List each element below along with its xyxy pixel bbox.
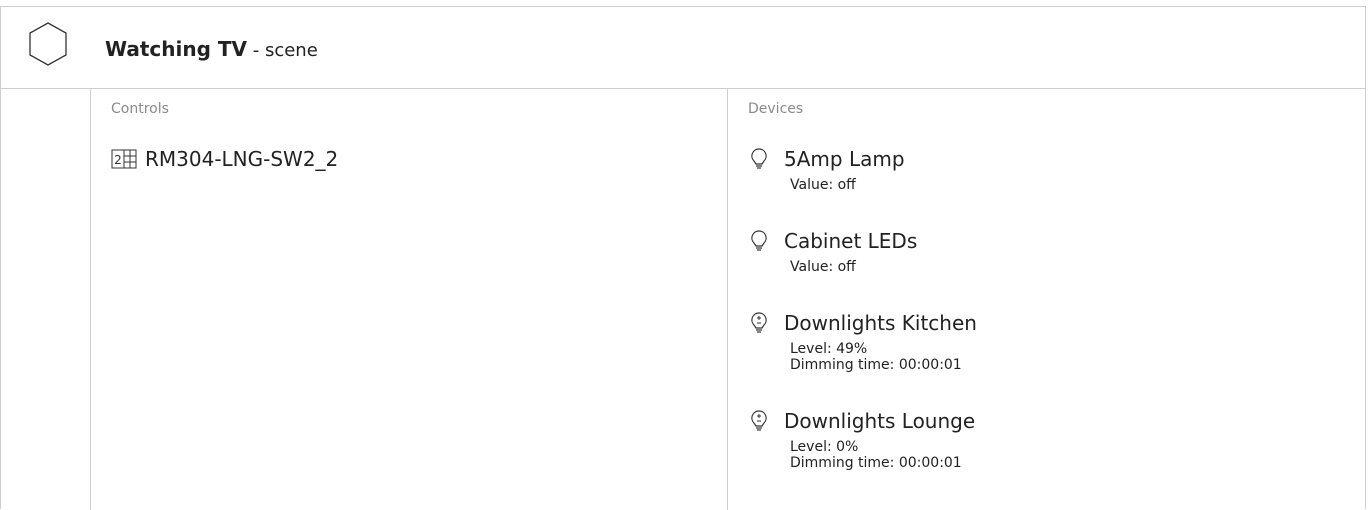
devices-column: Devices 5Amp Lamp Value: off Cabinet LED… <box>728 89 1365 510</box>
device-value: Value: off <box>790 177 856 193</box>
keypad-2-icon: 2 <box>111 149 137 169</box>
hexagon-icon <box>29 22 67 66</box>
scene-header: Watching TV - scene <box>1 7 1365 89</box>
svg-text:2: 2 <box>114 153 122 167</box>
bulb-icon <box>751 230 767 251</box>
device-name: Downlights Kitchen <box>784 311 977 335</box>
scene-panel: Watching TV - scene Controls 2 RM304-LNG… <box>0 6 1366 510</box>
device-level: Level: 0% <box>790 439 859 455</box>
devices-header: Devices <box>748 101 804 117</box>
device-level: Level: 49% <box>790 341 868 357</box>
scene-type-label: - scene <box>247 40 318 61</box>
device-name: Downlights Lounge <box>784 409 976 433</box>
device-value: Value: off <box>790 259 856 275</box>
device-name: 5Amp Lamp <box>784 147 905 171</box>
dimmable-bulb-icon <box>751 312 767 333</box>
device-item[interactable]: 5Amp Lamp Value: off <box>748 147 905 193</box>
device-item[interactable]: Downlights Kitchen Level: 49% Dimming ti… <box>748 311 977 373</box>
device-item[interactable]: Cabinet LEDs Value: off <box>748 229 917 275</box>
scene-name: Watching TV <box>105 37 247 61</box>
device-item[interactable]: Downlights Lounge Level: 0% Dimming time… <box>748 409 975 471</box>
dimmable-bulb-icon <box>751 410 767 431</box>
control-item[interactable]: 2 RM304-LNG-SW2_2 <box>111 147 338 171</box>
device-dimming-time: Dimming time: 00:00:01 <box>790 455 962 471</box>
control-label: RM304-LNG-SW2_2 <box>145 147 339 171</box>
device-name: Cabinet LEDs <box>784 229 918 253</box>
bulb-icon <box>751 148 767 169</box>
controls-header: Controls <box>111 101 169 117</box>
scene-title: Watching TV - scene <box>105 37 318 63</box>
controls-column: Controls 2 RM304-LNG-SW2_2 <box>90 89 728 510</box>
device-dimming-time: Dimming time: 00:00:01 <box>790 357 962 373</box>
